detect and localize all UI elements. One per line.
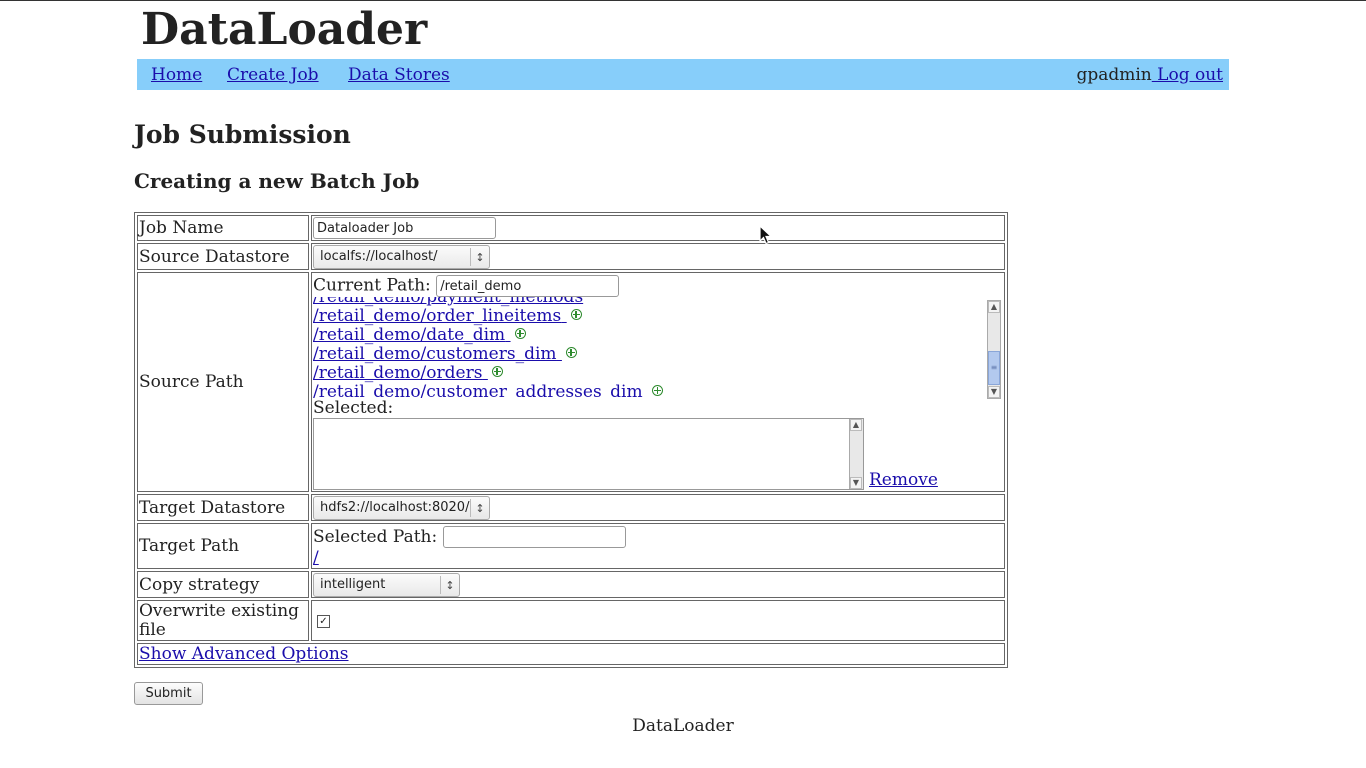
logout-link[interactable]: Log out [1152,65,1223,85]
target-path-cell: Selected Path: / [311,523,1005,569]
scroll-thumb[interactable]: ≡ [988,351,1000,385]
selected-path-row: Selected Path: [313,525,1003,549]
checkmark-icon: ✓ [319,615,328,627]
show-advanced-options-link[interactable]: Show Advanced Options [139,644,349,664]
source-list-scrollbar[interactable]: ▲ ≡ ▼ [987,300,1001,399]
target-datastore-label: Target Datastore [137,494,309,521]
path-item-label: /retail_demo/orders [313,363,483,383]
add-circle-icon[interactable] [491,366,503,377]
job-name-cell [311,215,1005,241]
page-title: Job Submission [134,120,351,149]
add-circle-icon[interactable] [570,309,582,320]
current-path-label: Current Path: [313,275,431,296]
copy-strategy-select[interactable]: intelligent ↕ [313,572,460,597]
source-datastore-value: localfs://localhost/ [320,248,438,264]
overwrite-cell: ✓ [311,600,1005,641]
path-item[interactable]: /retail_demo/orders [313,364,985,383]
add-circle-icon[interactable] [652,385,664,396]
copy-strategy-row: Copy strategy intelligent ↕ [137,571,1005,598]
overwrite-row: Overwrite existing file ✓ [137,600,1005,641]
advanced-options-cell: Show Advanced Options [137,643,1005,665]
select-arrow-icon: ↕ [470,498,489,517]
path-item[interactable]: /retail_demo/order_lineitems [313,307,985,326]
source-path-label: Source Path [137,272,309,492]
job-name-input[interactable] [313,217,496,239]
target-path-label: Target Path [137,523,309,569]
job-form-table: Job Name Source Datastore localfs://loca… [134,212,1008,668]
source-path-list-content: /retail_demo/payment_methods /retail_dem… [313,297,985,398]
job-name-row: Job Name [137,215,1005,241]
source-datastore-row: Source Datastore localfs://localhost/ ↕ [137,243,1005,270]
path-item[interactable]: /retail_demo/date_dim [313,326,985,345]
select-arrow-icon: ↕ [470,247,489,266]
scroll-up-button[interactable]: ▲ [988,301,1000,313]
source-datastore-select[interactable]: localfs://localhost/ ↕ [313,244,490,269]
app-title: DataLoader [141,4,428,55]
scroll-up-button[interactable]: ▲ [850,419,862,431]
submit-button[interactable]: Submit [134,682,203,705]
current-path-row: Current Path: [313,275,620,297]
selected-box-scrollbar[interactable]: ▲ ▼ [849,419,863,489]
copy-strategy-label: Copy strategy [137,571,309,598]
add-circle-icon[interactable] [565,347,577,358]
remove-link[interactable]: Remove [869,470,938,490]
nav-home-link[interactable]: Home [151,65,202,85]
scroll-down-button[interactable]: ▼ [988,386,1000,398]
target-datastore-row: Target Datastore hdfs2://localhost:8020/… [137,494,1005,521]
selected-label: Selected: [313,398,394,418]
job-name-label: Job Name [137,215,309,241]
selected-paths-box[interactable]: ▲ ▼ [313,418,864,490]
select-arrow-icon: ↕ [440,575,459,594]
username: gpadmin [1076,65,1152,85]
source-path-cell: Current Path: /retail_demo/payment_metho… [311,272,1005,492]
selected-path-label: Selected Path: [313,526,438,547]
source-path-panel: Current Path: /retail_demo/payment_metho… [312,273,1004,491]
copy-strategy-cell: intelligent ↕ [311,571,1005,598]
path-item[interactable]: /retail_demo/customers_dim [313,345,985,364]
top-border [0,0,1366,1]
target-datastore-cell: hdfs2://localhost:8020/↕ [311,494,1005,521]
mouse-cursor-icon [759,225,773,245]
page-subtitle: Creating a new Batch Job [134,169,420,193]
overwrite-label: Overwrite existing file [137,600,309,641]
scroll-down-button[interactable]: ▼ [850,477,862,489]
copy-strategy-value: intelligent [320,576,386,592]
overwrite-checkbox[interactable]: ✓ [317,614,330,628]
path-item-label: /retail_demo/date_dim [313,325,506,345]
nav-create-job-link[interactable]: Create Job [227,65,319,85]
source-path-row: Source Path Current Path: /retail_demo/p… [137,272,1005,492]
path-item-label: /retail_demo/customer_addresses_dim [313,382,643,399]
source-path-list: /retail_demo/payment_methods /retail_dem… [313,297,985,398]
source-datastore-cell: localfs://localhost/ ↕ [311,243,1005,270]
target-path-row: Target Path Selected Path: / [137,523,1005,569]
path-item-label: /retail_demo/customers_dim [313,344,557,364]
path-item-label: /retail_demo/order_lineitems [313,306,562,326]
navbar: Home Create Job Data Stores gpadmin Log … [137,59,1229,90]
footer-text: DataLoader [632,716,734,736]
target-datastore-value: hdfs2://localhost:8020/ [320,499,470,515]
path-item[interactable]: /retail_demo/customer_addresses_dim [313,383,985,398]
source-datastore-label: Source Datastore [137,243,309,270]
nav-data-stores-link[interactable]: Data Stores [348,65,450,85]
current-path-input[interactable] [436,275,620,297]
selected-path-input[interactable] [442,526,626,548]
user-area: gpadmin Log out [1076,65,1223,85]
target-root-link[interactable]: / [313,548,1003,568]
advanced-options-row: Show Advanced Options [137,643,1005,665]
target-datastore-select[interactable]: hdfs2://localhost:8020/↕ [313,495,490,520]
add-circle-icon[interactable] [514,328,526,339]
